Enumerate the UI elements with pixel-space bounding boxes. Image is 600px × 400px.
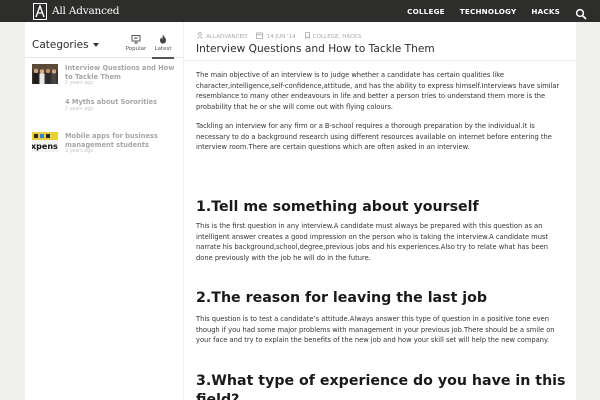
expensify-thumbnail[interactable]: xpensif bbox=[32, 132, 58, 152]
site-logo[interactable]: All Advanced bbox=[33, 2, 120, 20]
tab-latest-label: Latest bbox=[154, 46, 172, 52]
post-date: 2 years ago bbox=[65, 107, 94, 112]
nav-item-technology[interactable]: TECHNOLOGY bbox=[460, 7, 517, 16]
nav-item-hacks[interactable]: HACKS bbox=[531, 7, 560, 16]
search-icon[interactable] bbox=[575, 5, 587, 20]
section-paragraph: This question is to test a candidate’s a… bbox=[196, 315, 555, 344]
article-categories[interactable]: COLLEGE, HACKS bbox=[304, 32, 362, 41]
monitor-icon bbox=[131, 34, 141, 44]
post-title-link[interactable]: Interview Questions and How to Tackle Th… bbox=[65, 64, 179, 81]
user-icon bbox=[197, 32, 203, 41]
list-item[interactable]: xpensif Mobile apps for business managem… bbox=[32, 132, 178, 166]
latest-posts-list: Interview Questions and How to Tackle Th… bbox=[32, 64, 178, 166]
category-links: COLLEGE, HACKS bbox=[312, 33, 362, 40]
categories-title: Categories bbox=[32, 39, 89, 51]
logo-text: All Advanced bbox=[52, 5, 120, 17]
intro-paragraph: Tackling an interview for any firm or a … bbox=[196, 122, 552, 151]
divider bbox=[184, 60, 576, 61]
tab-latest[interactable]: Latest bbox=[152, 34, 174, 59]
calendar-icon bbox=[256, 32, 264, 41]
logo-icon bbox=[33, 2, 47, 20]
post-date-meta: 14 JUN '14 bbox=[256, 32, 296, 41]
post-title-link[interactable]: 4 Myths about Sororities bbox=[65, 98, 179, 107]
article-meta: ALLADVANCED 14 JUN '14 COLLEGE, HACKS bbox=[197, 32, 370, 41]
main-nav: COLLEGE TECHNOLOGY HACKS bbox=[392, 0, 560, 22]
sidebar-header: Categories Popular Latest bbox=[25, 22, 183, 59]
section-heading: 2.The reason for leaving the last job bbox=[196, 290, 488, 306]
categories-dropdown[interactable]: Categories bbox=[32, 39, 99, 51]
article-title: Interview Questions and How to Tackle Th… bbox=[196, 43, 435, 55]
sidebar: Categories Popular Latest Interview Ques… bbox=[25, 22, 183, 400]
flame-icon bbox=[158, 34, 168, 44]
tab-popular-label: Popular bbox=[125, 46, 147, 52]
people-thumbnail[interactable] bbox=[32, 64, 58, 84]
author-link[interactable]: ALLADVANCED bbox=[197, 32, 247, 41]
top-navigation-bar: All Advanced COLLEGE TECHNOLOGY HACKS bbox=[0, 0, 600, 22]
list-item[interactable]: Interview Questions and How to Tackle Th… bbox=[32, 64, 178, 98]
section-paragraph: This is the first question in any interv… bbox=[196, 222, 549, 262]
post-title-link[interactable]: Mobile apps for business management stud… bbox=[65, 132, 179, 149]
list-item[interactable]: 4 Myths about Sororities 2 years ago bbox=[32, 98, 178, 132]
author-name: ALLADVANCED bbox=[206, 33, 248, 40]
caret-down-icon bbox=[92, 43, 99, 47]
post-date: 2 years ago bbox=[65, 149, 94, 154]
article-date: 14 JUN '14 bbox=[266, 33, 296, 40]
post-date: 2 years ago bbox=[65, 81, 94, 86]
intro-paragraph: The main objective of an interview is to… bbox=[196, 71, 560, 111]
section-heading: 1.Tell me something about yourself bbox=[196, 199, 479, 215]
nav-item-college[interactable]: COLLEGE bbox=[407, 7, 445, 16]
expensify-logo-text: xpensif bbox=[32, 142, 58, 151]
section-heading: 3.What type of experience do you have in… bbox=[196, 373, 566, 400]
bookmark-icon bbox=[304, 32, 310, 41]
tab-popular[interactable]: Popular bbox=[125, 34, 147, 52]
article: ALLADVANCED 14 JUN '14 COLLEGE, HACKS In… bbox=[184, 22, 576, 400]
